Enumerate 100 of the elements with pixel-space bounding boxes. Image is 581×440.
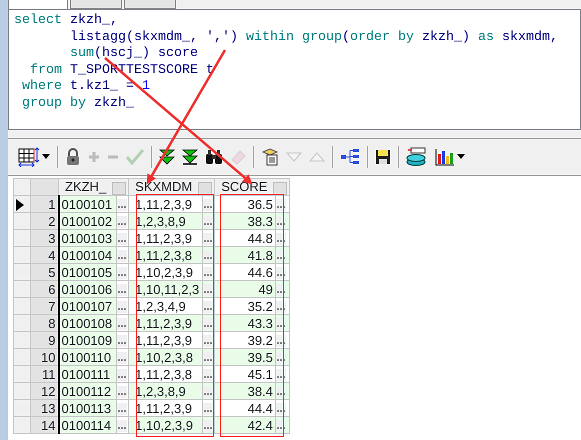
ellipsis-button[interactable] <box>203 199 214 212</box>
ellipsis-button[interactable] <box>116 267 127 280</box>
table-cell: 0100114 <box>62 418 112 432</box>
ellipsis-icon <box>204 410 212 412</box>
table-cell: 1,11,2,3,9 <box>135 400 192 416</box>
ellipsis-button[interactable] <box>203 369 214 382</box>
table-cell: 0100106 <box>62 282 112 296</box>
table-cell: 1,10,2,3,9 <box>135 418 193 432</box>
bar-chart-button[interactable] <box>435 146 465 168</box>
ellipsis-button[interactable] <box>116 233 127 246</box>
ellipsis-button[interactable] <box>203 284 214 296</box>
code-line: sum(hscj_) score <box>68 46 199 62</box>
table-cell: 49 <box>258 282 273 296</box>
table-cell: 0100109 <box>62 332 112 348</box>
plus-icon <box>88 150 100 163</box>
table-cell: 44.6 <box>248 264 273 280</box>
ellipsis-button[interactable] <box>203 386 214 398</box>
table-cell: 1,10,2,3,9 <box>135 264 193 280</box>
ellipsis-button[interactable] <box>116 403 127 416</box>
database-button[interactable] <box>406 146 428 168</box>
ellipsis-button[interactable] <box>116 216 127 228</box>
ellipsis-button[interactable] <box>203 233 214 246</box>
ellipsis-icon <box>204 376 212 378</box>
tab[interactable] <box>124 0 176 9</box>
ellipsis-button[interactable] <box>116 420 127 432</box>
ellipsis-button[interactable] <box>116 250 127 262</box>
ellipsis-button[interactable] <box>116 199 127 212</box>
ellipsis-button[interactable] <box>203 267 214 280</box>
ellipsis-icon <box>204 274 212 276</box>
table-cell: 41.8 <box>248 248 273 262</box>
ellipsis-button[interactable] <box>116 284 127 296</box>
ellipsis-button[interactable] <box>203 216 214 228</box>
up-triangle-icon <box>309 152 325 162</box>
table-cell: 0100108 <box>62 316 112 330</box>
header-button[interactable] <box>273 182 288 195</box>
table-cell: 0100103 <box>62 230 112 246</box>
down-arrow-bar-icon <box>182 148 198 165</box>
table-cell: 1,11,2,3,8 <box>135 248 192 262</box>
binoculars-icon <box>205 148 223 165</box>
table-cell: 1,2,3,4,9 <box>135 298 186 314</box>
tab[interactable] <box>8 0 68 9</box>
ellipsis-button[interactable] <box>116 352 127 364</box>
table-cell: 0100110 <box>62 350 112 364</box>
table-cell: 1,11,2,3,9 <box>135 230 192 246</box>
eraser-icon <box>230 148 246 165</box>
ellipsis-icon <box>204 393 212 396</box>
ellipsis-button[interactable] <box>203 420 214 432</box>
row-indicator[interactable] <box>14 196 30 212</box>
ellipsis-button[interactable] <box>116 369 127 382</box>
table-cell: 36.5 <box>248 196 273 212</box>
ellipsis-button[interactable] <box>203 335 214 348</box>
table-cell: 1,11,2,3,9 <box>135 316 192 330</box>
column-header: SKXMDM <box>135 179 192 194</box>
table-cell: 44.8 <box>248 230 273 246</box>
ellipsis-icon <box>204 308 212 310</box>
ellipsis-button[interactable] <box>116 386 127 398</box>
table-cell: 1,11,2,3,8 <box>135 366 192 382</box>
code-line: where t.kz1_ = 1 <box>20 79 151 96</box>
down-triangle-icon <box>286 152 302 162</box>
grid-button[interactable] <box>18 146 50 168</box>
table-cell: 38.3 <box>248 214 273 228</box>
column-header: SCORE <box>221 179 268 194</box>
padlock-icon <box>65 148 81 166</box>
bar-chart-icon <box>435 148 455 166</box>
ellipsis-button[interactable] <box>203 352 214 364</box>
table-cell: 43.3 <box>248 316 273 330</box>
checkmark-icon <box>126 148 144 165</box>
ellipsis-button[interactable] <box>116 301 127 314</box>
table-cell: 0100113 <box>62 400 112 416</box>
ellipsis-button[interactable] <box>116 318 127 330</box>
grid-icon <box>18 146 40 167</box>
ellipsis-button[interactable] <box>203 301 214 314</box>
ellipsis-icon <box>204 342 212 344</box>
table-cell: 1,2,3,8,9 <box>135 384 186 398</box>
ellipsis-icon <box>118 376 126 378</box>
table-cell: 38.4 <box>248 384 273 398</box>
table-cell: 35.2 <box>248 298 273 314</box>
ellipsis-button[interactable] <box>116 335 127 348</box>
clipboard-button[interactable] <box>261 146 279 168</box>
code-line: group by zkzh_ <box>20 96 135 112</box>
clipboard-icon <box>261 148 279 166</box>
tab[interactable] <box>70 0 122 9</box>
table-cell: 1,11,2,3,9 <box>135 332 192 348</box>
table-cell: 0100104 <box>62 248 112 262</box>
ellipsis-button[interactable] <box>203 403 214 416</box>
ellipsis-icon <box>204 257 212 260</box>
ellipsis-icon <box>204 427 212 430</box>
ellipsis-icon <box>118 223 126 226</box>
ellipsis-button[interactable] <box>203 250 214 262</box>
code-line: select zkzh_, <box>14 13 119 30</box>
table-cell: 0100105 <box>62 264 112 280</box>
ellipsis-button[interactable] <box>203 318 214 330</box>
table-cell: 45.1 <box>248 366 273 382</box>
table-cell: 0100107 <box>62 298 112 314</box>
table-cell: 0100111 <box>62 366 110 382</box>
ellipsis-icon <box>118 257 126 260</box>
ellipsis-icon <box>204 223 212 226</box>
table-cell: 0100102 <box>62 214 112 228</box>
current-row-icon <box>16 199 24 212</box>
padlock-button[interactable] <box>65 146 81 168</box>
